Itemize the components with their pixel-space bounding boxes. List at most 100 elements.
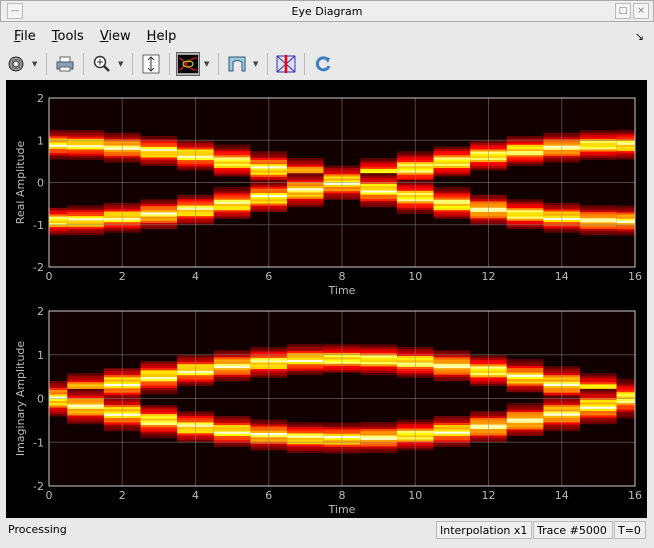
heatmap-cell bbox=[140, 374, 178, 377]
heatmap-cell bbox=[616, 391, 635, 395]
eye-display-icon[interactable] bbox=[176, 52, 200, 76]
print-icon[interactable] bbox=[53, 52, 77, 76]
heatmap-cell bbox=[616, 385, 635, 388]
y-tick-label: -1 bbox=[33, 219, 44, 232]
heatmap-cell bbox=[506, 359, 544, 362]
heatmap-cell bbox=[506, 376, 544, 380]
heatmap-cell bbox=[67, 226, 104, 229]
heatmap-cell bbox=[506, 361, 544, 364]
menu-tools[interactable]: Tools bbox=[44, 24, 92, 48]
heatmap-cell bbox=[213, 424, 251, 428]
heatmap-cell bbox=[433, 186, 471, 190]
heatmap-cell bbox=[67, 151, 104, 154]
refresh-icon[interactable] bbox=[311, 52, 335, 76]
heatmap-cell bbox=[433, 157, 471, 160]
heatmap-cell bbox=[67, 375, 104, 378]
eye-dropdown-icon[interactable]: ▼ bbox=[204, 60, 212, 68]
heatmap-cell bbox=[287, 164, 324, 167]
heatmap-cell bbox=[616, 378, 635, 382]
heatmap-cell bbox=[580, 151, 617, 154]
heatmap-cell bbox=[49, 155, 68, 158]
heatmap-cell bbox=[616, 129, 635, 133]
heatmap-cell bbox=[287, 187, 324, 191]
heatmap-cell bbox=[433, 431, 471, 434]
histogram-dropdown-icon[interactable]: ▼ bbox=[253, 60, 261, 68]
heatmap-cell bbox=[213, 365, 251, 369]
heatmap-cell bbox=[213, 163, 251, 166]
separator bbox=[169, 53, 170, 75]
menu-view[interactable]: View bbox=[92, 24, 139, 48]
heatmap-cell bbox=[287, 185, 324, 189]
heatmap-cell bbox=[360, 166, 397, 169]
heatmap-cell bbox=[67, 388, 104, 392]
maximize-button[interactable]: □ bbox=[615, 3, 631, 19]
heatmap-cell bbox=[287, 170, 324, 174]
heatmap-cell bbox=[140, 214, 178, 217]
zoom-dropdown-icon[interactable]: ▼ bbox=[118, 60, 126, 68]
measurement-icon[interactable] bbox=[274, 52, 298, 76]
zoom-in-icon[interactable] bbox=[90, 52, 114, 76]
heatmap-cell bbox=[49, 400, 68, 404]
heatmap-cell bbox=[49, 209, 68, 213]
heatmap-cell bbox=[433, 356, 471, 360]
scale-axes-icon[interactable] bbox=[139, 52, 163, 76]
heatmap-cell bbox=[67, 142, 104, 146]
histogram-icon[interactable] bbox=[225, 52, 249, 76]
heatmap-cell bbox=[287, 370, 324, 373]
heatmap-cell bbox=[49, 231, 68, 234]
heatmap-cell bbox=[360, 194, 397, 197]
heatmap-cell bbox=[49, 157, 68, 160]
close-button[interactable]: × bbox=[633, 3, 649, 19]
eye-diagram-plots: 0 2 4 6 8 10 12 14 16210-1-2TimeReal Amplitude0 2… bbox=[14, 92, 642, 516]
settings-dropdown-icon[interactable]: ▼ bbox=[32, 60, 40, 68]
heatmap-cell bbox=[360, 346, 397, 349]
heatmap-cell bbox=[140, 389, 178, 393]
heatmap-cell bbox=[140, 420, 178, 423]
heatmap-cell bbox=[360, 190, 397, 193]
y-tick-label: -2 bbox=[33, 480, 44, 493]
heatmap-cell bbox=[287, 160, 324, 163]
heatmap-cell bbox=[140, 409, 178, 412]
heatmap-cell bbox=[67, 415, 104, 418]
heatmap-cell bbox=[360, 157, 397, 161]
heatmap-cell bbox=[140, 376, 178, 380]
heatmap-cell bbox=[287, 183, 324, 187]
heatmap-cell bbox=[67, 419, 104, 422]
heatmap-cell bbox=[140, 383, 178, 386]
menu-help[interactable]: Help bbox=[139, 24, 185, 48]
heatmap-cell bbox=[580, 384, 617, 387]
separator bbox=[267, 53, 268, 75]
heatmap-cell bbox=[140, 199, 178, 202]
heatmap-cell bbox=[360, 164, 397, 167]
heatmap-cell bbox=[67, 207, 104, 210]
status-text: Processing bbox=[8, 523, 67, 536]
heatmap-cell bbox=[287, 179, 324, 182]
heatmap-cell bbox=[49, 233, 68, 236]
heatmap-cell bbox=[49, 385, 68, 388]
heatmap-cell bbox=[360, 422, 397, 425]
window-menu-button[interactable]: — bbox=[7, 3, 23, 19]
heatmap-cell bbox=[140, 159, 178, 162]
heatmap-cell bbox=[67, 228, 104, 231]
y-tick-label: 0 bbox=[37, 177, 44, 190]
x-tick-label: 10 bbox=[408, 270, 422, 283]
menu-file[interactable]: File bbox=[6, 24, 44, 48]
heatmap-cell bbox=[506, 142, 544, 145]
heatmap-cell bbox=[616, 133, 635, 137]
heatmap-cell bbox=[67, 205, 104, 208]
heatmap-cell bbox=[506, 146, 544, 149]
y-tick-label: 2 bbox=[37, 305, 44, 318]
heatmap-cell bbox=[433, 148, 471, 152]
heatmap-cell bbox=[616, 400, 635, 404]
heatmap-cell bbox=[433, 372, 471, 375]
heatmap-cell bbox=[140, 136, 178, 139]
dock-arrow-icon[interactable]: ↘ bbox=[635, 30, 644, 43]
heatmap-cell bbox=[287, 424, 324, 427]
heatmap-cell bbox=[140, 212, 178, 215]
heatmap-cell bbox=[213, 205, 251, 209]
heatmap-cell bbox=[287, 200, 324, 204]
heatmap-cell bbox=[360, 372, 397, 376]
heatmap-cell bbox=[49, 216, 68, 219]
heatmap-cell bbox=[67, 220, 104, 223]
gear-icon[interactable] bbox=[4, 52, 28, 76]
